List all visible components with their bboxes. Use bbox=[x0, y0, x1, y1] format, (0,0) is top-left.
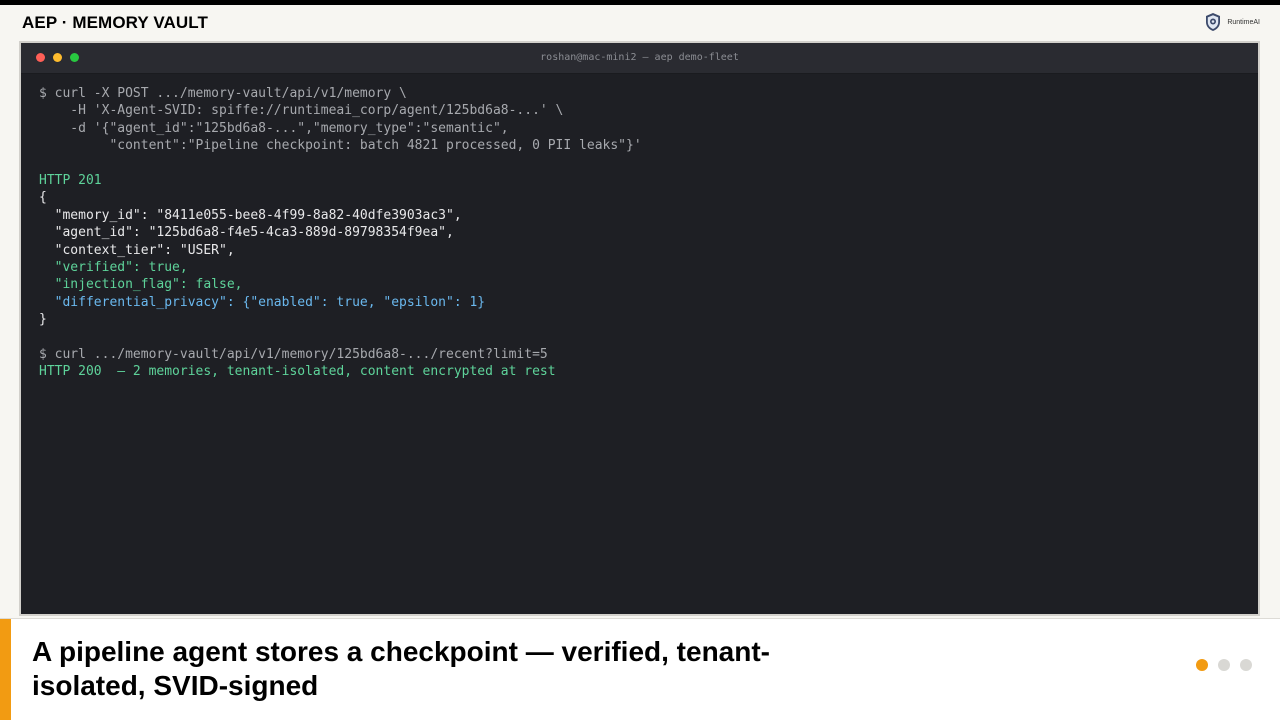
brand-name: RuntimeAI bbox=[1227, 18, 1260, 26]
terminal-line: -d '{"agent_id":"125bd6a8-...","memory_t… bbox=[39, 120, 509, 136]
terminal-line: "agent_id": "125bd6a8-f4e5-4ca3-889d-897… bbox=[39, 225, 454, 241]
top-black-bar bbox=[0, 0, 1280, 5]
terminal-line: HTTP 201 bbox=[39, 172, 102, 188]
terminal-line: -H 'X-Agent-SVID: spiffe://runtimeai_cor… bbox=[39, 103, 564, 119]
slide-pager[interactable] bbox=[1196, 659, 1252, 671]
terminal-line: "injection_flag": false, bbox=[39, 277, 243, 293]
terminal-line: "differential_privacy": {"enabled": true… bbox=[39, 294, 486, 310]
pager-dot[interactable] bbox=[1218, 659, 1230, 671]
terminal-line: { bbox=[39, 190, 47, 206]
caption-accent-bar bbox=[0, 619, 11, 720]
terminal-line: "content":"Pipeline checkpoint: batch 48… bbox=[39, 138, 642, 154]
terminal-line: HTTP 200 — 2 memories, tenant-isolated, … bbox=[39, 364, 556, 380]
terminal-window-title: roshan@mac-mini2 — aep demo-fleet bbox=[540, 52, 739, 63]
terminal-titlebar[interactable]: roshan@mac-mini2 — aep demo-fleet bbox=[21, 43, 1258, 74]
shield-logo-icon bbox=[1203, 12, 1223, 32]
slide-caption: A pipeline agent stores a checkpoint — v… bbox=[32, 636, 771, 701]
pager-dot[interactable] bbox=[1240, 659, 1252, 671]
page-title: AEP · MEMORY VAULT bbox=[22, 13, 208, 32]
terminal-line: "memory_id": "8411e055-bee8-4f99-8a82-40… bbox=[39, 207, 462, 223]
terminal-output[interactable]: $ curl -X POST .../memory-vault/api/v1/m… bbox=[39, 85, 1240, 381]
terminal-window[interactable]: roshan@mac-mini2 — aep demo-fleet $ curl… bbox=[19, 41, 1260, 616]
terminal-line: $ curl -X POST .../memory-vault/api/v1/m… bbox=[39, 86, 407, 101]
terminal-line: $ curl .../memory-vault/api/v1/memory/12… bbox=[39, 346, 548, 362]
terminal-line: "verified": true, bbox=[39, 259, 188, 275]
brand-logo: RuntimeAI bbox=[1203, 11, 1260, 33]
terminal-line: "context_tier": "USER", bbox=[39, 242, 235, 258]
pager-dot-active[interactable] bbox=[1196, 659, 1208, 671]
caption-bar: A pipeline agent stores a checkpoint — v… bbox=[0, 618, 1280, 720]
terminal-line: } bbox=[39, 312, 47, 328]
